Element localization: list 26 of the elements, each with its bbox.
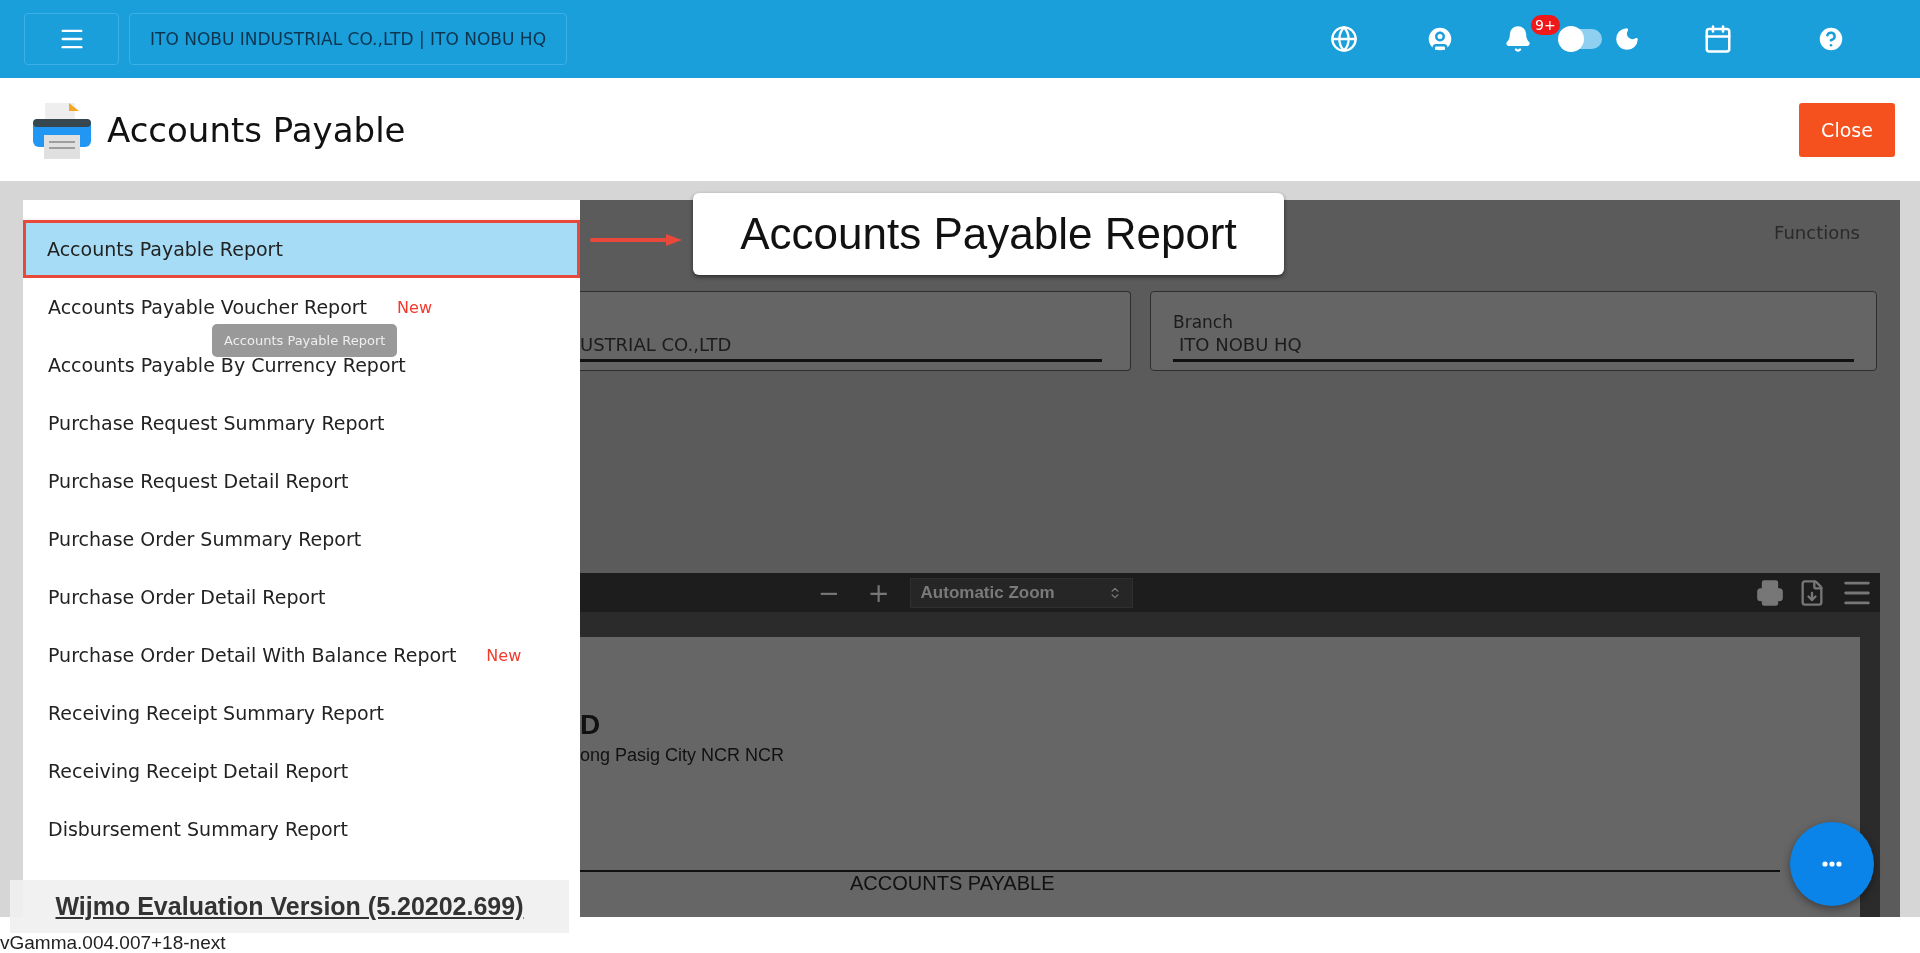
zoom-in-button[interactable]: + [859,579,898,606]
new-label: New [486,645,522,665]
help-icon [1816,24,1846,54]
callout-label: Accounts Payable Report [693,193,1284,275]
evaluation-link[interactable]: Wijmo Evaluation Version (5.20202.699) [55,892,524,921]
zoom-select[interactable]: Automatic Zoom [909,577,1133,608]
page-text: ong Pasig City NCR NCR [580,745,786,766]
notification-count: 9+ [1531,15,1560,35]
bell-icon [1504,25,1532,53]
tooltip: Accounts Payable Report [212,324,398,357]
moon-icon [1614,26,1640,52]
version-text: vGamma.004.007+18-next [0,933,226,953]
menu-button[interactable] [24,13,119,65]
globe-icon [1330,25,1358,53]
company-selector[interactable]: ITO NOBU INDUSTRIAL CO.,LTD | ITO NOBU HQ [129,13,568,65]
zoom-out-button[interactable]: − [810,579,848,606]
new-label: New [397,297,432,317]
print-icon[interactable] [1756,578,1784,607]
report-heading: ACCOUNTS PAYABLE [850,872,1055,895]
user-icon [1425,24,1455,54]
page-title: Accounts Payable [107,109,406,150]
calendar-icon [1703,24,1733,54]
report-menu-item[interactable]: Accounts Payable Report [23,220,580,278]
more-icon [1822,861,1842,867]
page-text: D [580,709,602,741]
dark-mode-toggle[interactable] [1560,29,1602,49]
